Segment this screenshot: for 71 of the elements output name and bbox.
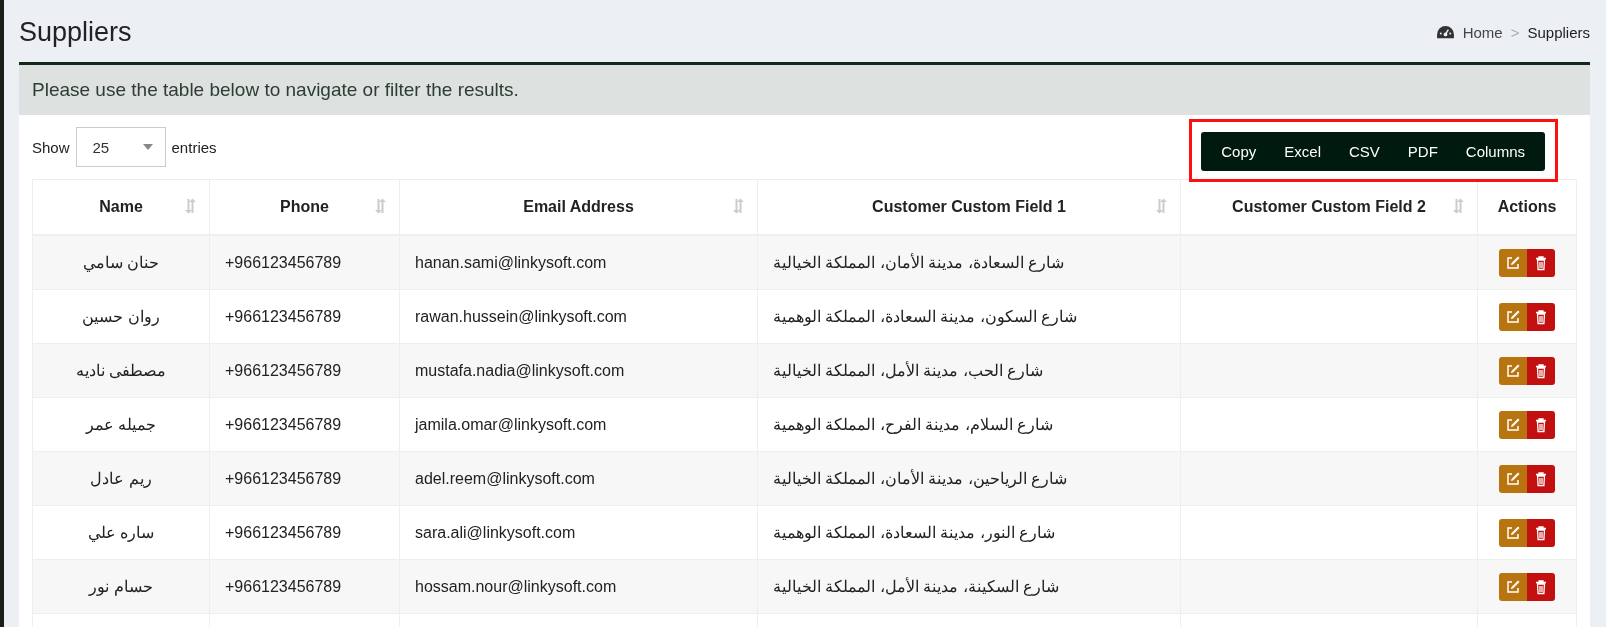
table-cell: ساره علي <box>32 505 210 560</box>
trash-icon <box>1533 578 1549 595</box>
edit-button[interactable] <box>1499 356 1527 385</box>
trash-icon <box>1533 362 1549 379</box>
pencil-square-icon <box>1505 578 1521 595</box>
edit-button[interactable] <box>1499 464 1527 493</box>
table-cell: sara.ali@linkysoft.com <box>399 505 758 560</box>
entries-select[interactable]: 25 <box>75 127 166 167</box>
table-cell: مصطفى ناديه <box>32 343 210 398</box>
table-cell: شارع السكون، مدينة السعادة، المملكة الوهمية <box>757 289 1181 344</box>
table-cell: rawan.hussein@linkysoft.com <box>399 289 758 344</box>
trash-icon <box>1533 308 1549 325</box>
table-cell: شارع الحب، مدينة الأمل، المملكة الخيالية <box>757 343 1181 398</box>
table-cell: حسام نور <box>32 559 210 614</box>
breadcrumb-separator: > <box>1510 23 1520 41</box>
delete-button[interactable] <box>1527 518 1555 547</box>
export-button[interactable]: Columns <box>1451 131 1539 171</box>
delete-button[interactable] <box>1527 248 1555 277</box>
trash-icon <box>1533 416 1549 433</box>
panel-message: Please use the table below to navigate or filter the results. <box>32 79 519 101</box>
length-label: Show <box>32 138 70 156</box>
edit-button[interactable] <box>1499 248 1527 277</box>
pencil-square-icon <box>1505 470 1521 487</box>
pencil-square-icon <box>1505 362 1521 379</box>
table-cell: حنان سامي <box>32 235 210 290</box>
export-button[interactable]: PDF <box>1393 131 1452 171</box>
table-cell: +966123456789 <box>209 451 400 506</box>
dashboard-icon <box>1435 24 1455 40</box>
table-cell: +966123456789 <box>209 289 400 344</box>
table-cell: شارع السعادة، مدينة الأمان، المملكة الخيالية <box>757 235 1181 290</box>
caret-icon <box>142 144 153 150</box>
edit-button[interactable] <box>1499 410 1527 439</box>
delete-button[interactable] <box>1527 410 1555 439</box>
pencil-square-icon <box>1505 524 1521 541</box>
table-cell: adel.reem@linkysoft.com <box>399 451 758 506</box>
delete-button[interactable] <box>1527 572 1555 601</box>
table-cell: شارع الرياحين، مدينة الأمان، المملكة الخيالية <box>757 451 1181 506</box>
delete-button[interactable] <box>1527 302 1555 331</box>
length-label: entries <box>171 138 217 156</box>
table-cell: hanan.sami@linkysoft.com <box>399 235 758 290</box>
edit-button[interactable] <box>1499 572 1527 601</box>
trash-icon <box>1533 470 1549 487</box>
page-title: Suppliers <box>19 16 132 48</box>
table-cell: hossam.nour@linkysoft.com <box>399 559 758 614</box>
export-button[interactable]: Copy <box>1207 131 1271 171</box>
delete-button[interactable] <box>1527 464 1555 493</box>
table-cell: روان حسين <box>32 289 210 344</box>
delete-button[interactable] <box>1527 356 1555 385</box>
pencil-square-icon <box>1505 308 1521 325</box>
trash-icon <box>1533 524 1549 541</box>
table-cell: شارع السكينة، مدينة الأمل، المملكة الخيالية <box>757 559 1181 614</box>
edit-button[interactable] <box>1499 518 1527 547</box>
table-cell: +966123456789 <box>209 235 400 290</box>
table-cell: شارع النور، مدينة السعادة، المملكة الوهمية <box>757 505 1181 560</box>
table-cell: +966123456789 <box>209 559 400 614</box>
table-cell: mustafa.nadia@linkysoft.com <box>399 343 758 398</box>
breadcrumb-link[interactable]: Home <box>1462 23 1503 41</box>
table-cell: شارع السلام، مدينة الفرح، المملكة الوهمية <box>757 397 1181 452</box>
table-cell: +966123456789 <box>209 397 400 452</box>
pencil-square-icon <box>1505 254 1521 271</box>
breadcrumb-link[interactable]: Suppliers <box>1527 23 1590 41</box>
edit-button[interactable] <box>1499 302 1527 331</box>
table-cell: +966123456789 <box>209 343 400 398</box>
table-cell: ريم عادل <box>32 451 210 506</box>
export-button[interactable]: Excel <box>1270 131 1335 171</box>
trash-icon <box>1533 254 1549 271</box>
pencil-square-icon <box>1505 416 1521 433</box>
export-button[interactable]: CSV <box>1334 131 1394 171</box>
table-cell: jamila.omar@linkysoft.com <box>399 397 758 452</box>
table-cell: جميله عمر <box>32 397 210 452</box>
table-cell: +966123456789 <box>209 505 400 560</box>
